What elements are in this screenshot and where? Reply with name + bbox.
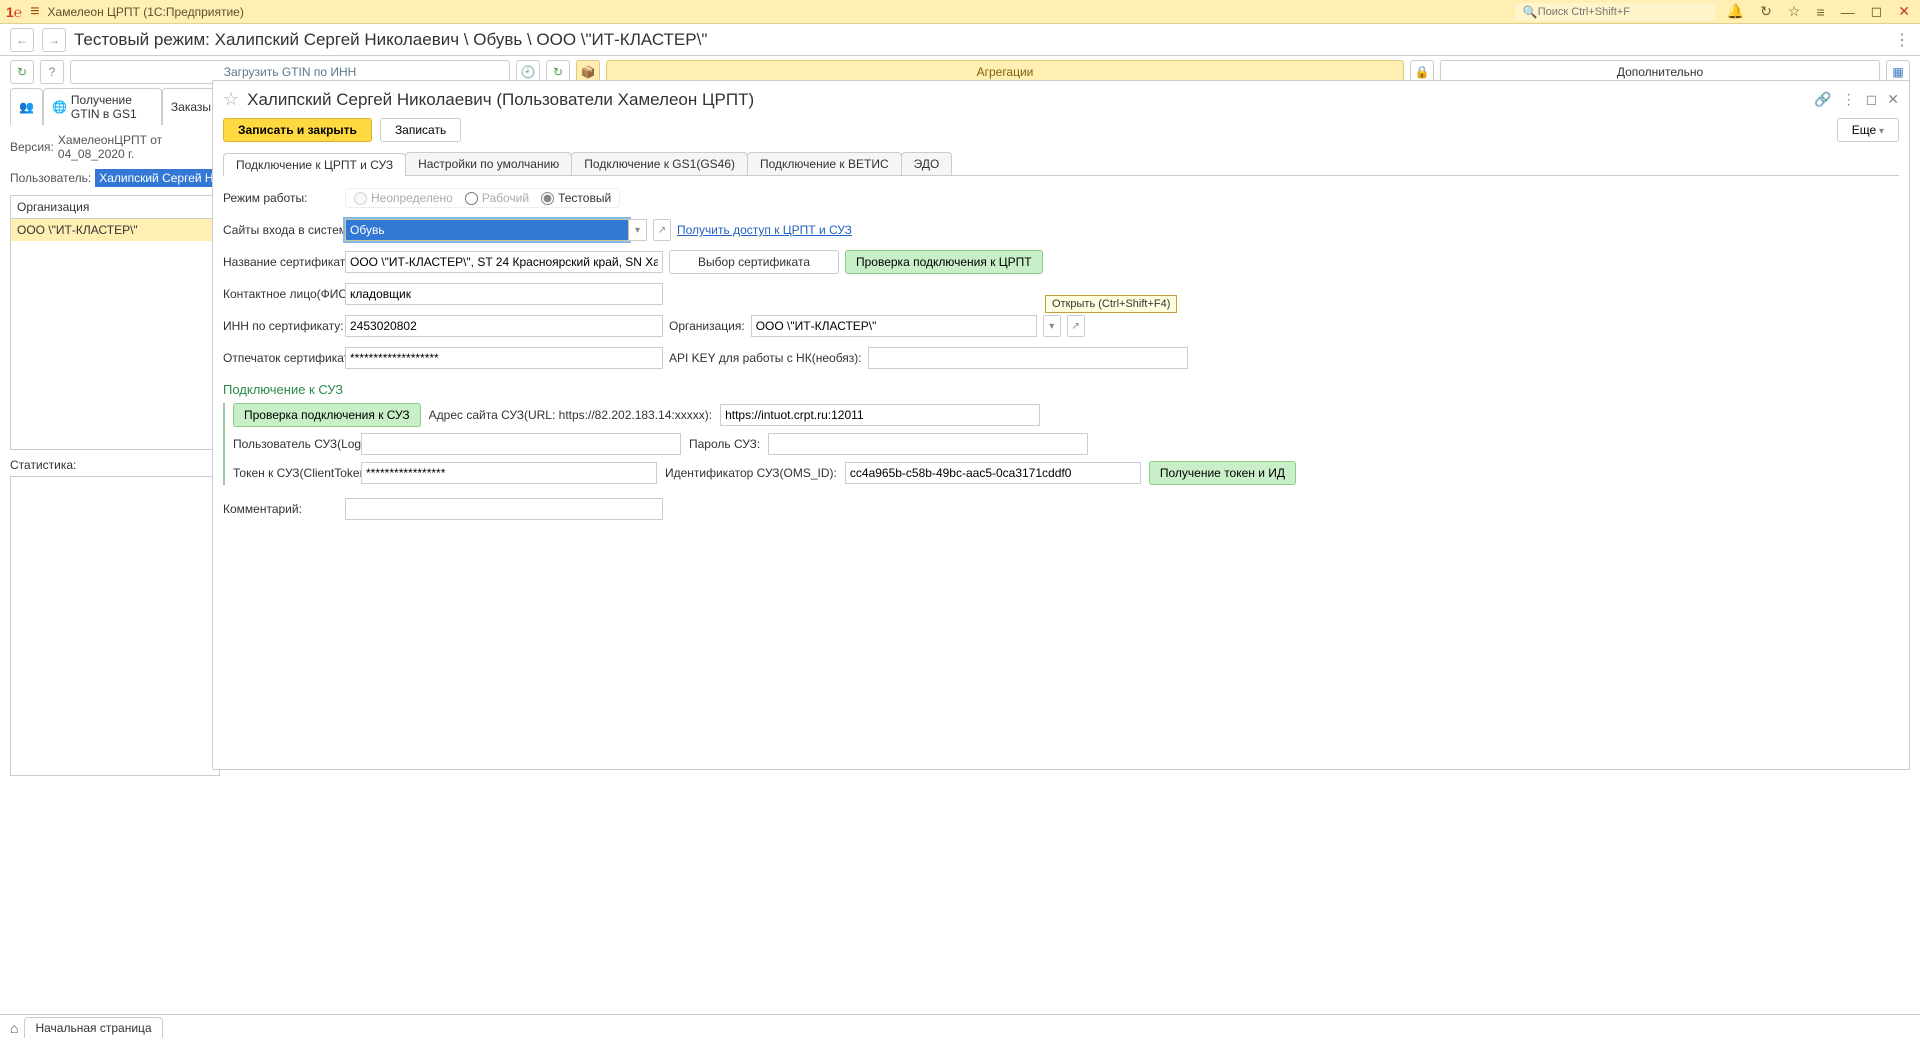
user-label: Пользователь:: [10, 171, 91, 185]
cert-name-input[interactable]: [345, 251, 663, 273]
bell-icon[interactable]: 🔔: [1723, 3, 1748, 20]
link-icon[interactable]: 🔗: [1814, 91, 1831, 108]
stat-label: Статистика:: [10, 458, 76, 472]
org-table-row[interactable]: ООО \"ИТ-КЛАСТЕР\": [11, 219, 219, 241]
check-crpt-button[interactable]: Проверка подключения к ЦРПТ: [845, 250, 1043, 274]
get-token-button[interactable]: Получение токен и ИД: [1149, 461, 1296, 485]
choose-cert-button[interactable]: Выбор сертификата: [669, 250, 839, 274]
card-menu-icon[interactable]: ⋮: [1842, 91, 1856, 108]
apikey-input[interactable]: [868, 347, 1188, 369]
tab-defaults[interactable]: Настройки по умолчанию: [405, 152, 572, 175]
org-table-head[interactable]: Организация: [11, 196, 219, 219]
comment-input[interactable]: [345, 498, 663, 520]
globe-icon: 🌐: [52, 100, 67, 114]
crumb-menu-icon[interactable]: ⋮: [1894, 30, 1910, 50]
inn-label: ИНН по сертификату:: [223, 319, 339, 333]
logo-1c: 1℮: [6, 4, 22, 20]
bottom-bar: ⌂ Начальная страница: [0, 1014, 1920, 1040]
favorite-star-icon[interactable]: ☆: [223, 89, 239, 110]
check-suz-button[interactable]: Проверка подключения к СУЗ: [233, 403, 421, 427]
org-dropdown-icon[interactable]: ▾: [1043, 315, 1061, 337]
suz-omsid-label: Идентификатор СУЗ(OMS_ID):: [665, 466, 837, 480]
sites-combo[interactable]: ▾: [345, 219, 647, 241]
save-button[interactable]: Записать: [380, 118, 461, 142]
card-close-icon[interactable]: ✕: [1887, 91, 1899, 108]
suz-pass-label: Пароль СУЗ:: [689, 437, 760, 451]
suz-pass-input[interactable]: [768, 433, 1088, 455]
apikey-label: API KEY для работы с НК(необяз):: [669, 351, 862, 365]
contact-label: Контактное лицо(ФИО):: [223, 287, 339, 301]
tab-edo[interactable]: ЭДО: [901, 152, 953, 175]
home-icon[interactable]: ⌂: [10, 1020, 18, 1036]
tab-crpt-suz[interactable]: Подключение к ЦРПТ и СУЗ: [223, 153, 406, 176]
version-label: Версия:: [10, 140, 54, 154]
history-icon[interactable]: ↻: [1756, 3, 1776, 20]
search-icon: 🔍: [1523, 5, 1538, 19]
global-search[interactable]: 🔍: [1515, 3, 1715, 21]
mode-radio-group: Неопределено Рабочий Тестовый: [345, 188, 620, 208]
suz-login-input[interactable]: [361, 433, 681, 455]
mode-work[interactable]: Рабочий: [465, 191, 529, 205]
save-close-button[interactable]: Записать и закрыть: [223, 118, 372, 142]
nav-back-button[interactable]: ←: [10, 28, 34, 52]
sites-open-button[interactable]: ↗: [653, 219, 671, 241]
suz-url-label: Адрес сайта СУЗ(URL: https://82.202.183.…: [429, 408, 712, 422]
hamburger-icon[interactable]: ≡: [30, 3, 39, 21]
mode-undefined[interactable]: Неопределено: [354, 191, 453, 205]
sites-dropdown-icon[interactable]: ▾: [629, 219, 647, 241]
card-maximize-icon[interactable]: ◻: [1866, 91, 1878, 108]
user-form-card: ☆ Халипский Сергей Николаевич (Пользоват…: [212, 80, 1910, 770]
left-panel: 👥 🌐Получение GTIN в GS1 Заказы Версия: Х…: [10, 88, 220, 980]
cert-name-label: Название сертификата:: [223, 255, 339, 269]
search-input[interactable]: [1538, 6, 1707, 18]
suz-login-label: Пользователь СУЗ(Login):: [233, 437, 353, 451]
suz-token-input[interactable]: [361, 462, 657, 484]
org-input[interactable]: [751, 315, 1037, 337]
tooltip: Открыть (Ctrl+Shift+F4): [1045, 295, 1177, 313]
sites-label: Сайты входа в систему:: [223, 223, 339, 237]
tab-vetis[interactable]: Подключение к ВЕТИС: [747, 152, 902, 175]
thumb-label: Отпечаток сертификата:: [223, 351, 339, 365]
org-label: Организация:: [669, 319, 745, 333]
left-tab-gtin[interactable]: 🌐 Получение GTIN в GS1: [43, 88, 162, 125]
thumb-input[interactable]: [345, 347, 663, 369]
version-value: ХамелеонЦРПТ от 04_08_2020 г.: [58, 133, 220, 161]
suz-section-title: Подключение к СУЗ: [223, 382, 1899, 397]
inn-input[interactable]: [345, 315, 663, 337]
breadcrumb-bar: ← → Тестовый режим: Халипский Сергей Ник…: [0, 24, 1920, 56]
org-open-button[interactable]: ↗: [1067, 315, 1085, 337]
stat-box: [10, 476, 220, 776]
left-tab-people[interactable]: 👥: [10, 88, 43, 125]
suz-token-label: Токен к СУЗ(ClientToken):: [233, 466, 353, 480]
org-table: Организация ООО \"ИТ-КЛАСТЕР\": [10, 195, 220, 450]
user-value[interactable]: Халипский Сергей Николае: [95, 169, 220, 187]
breadcrumb: Тестовый режим: Халипский Сергей Николае…: [74, 30, 707, 50]
people-icon: 👥: [19, 100, 34, 114]
form-tabs: Подключение к ЦРПТ и СУЗ Настройки по ум…: [223, 152, 1899, 176]
bottom-tab-start[interactable]: Начальная страница: [24, 1017, 162, 1038]
star-icon[interactable]: ☆: [1784, 3, 1805, 20]
mode-test[interactable]: Тестовый: [541, 191, 611, 205]
suz-url-input[interactable]: [720, 404, 1040, 426]
sites-input[interactable]: [345, 219, 629, 241]
comment-label: Комментарий:: [223, 502, 339, 516]
access-link[interactable]: Получить доступ к ЦРПТ и СУЗ: [677, 223, 852, 237]
app-title: Хамелеон ЦРПТ (1С:Предприятие): [48, 5, 244, 19]
nav-forward-button[interactable]: →: [42, 28, 66, 52]
suz-omsid-input[interactable]: [845, 462, 1141, 484]
help-button[interactable]: ?: [40, 60, 64, 84]
minimize-icon[interactable]: —: [1837, 4, 1859, 20]
card-title: Халипский Сергей Николаевич (Пользовател…: [247, 90, 754, 110]
settings-icon[interactable]: ≡: [1812, 4, 1828, 20]
tab-gs1[interactable]: Подключение к GS1(GS46): [571, 152, 748, 175]
close-icon[interactable]: ✕: [1894, 3, 1914, 20]
more-button[interactable]: Еще: [1837, 118, 1899, 142]
mode-label: Режим работы:: [223, 191, 339, 205]
contact-input[interactable]: [345, 283, 663, 305]
refresh-button[interactable]: ↻: [10, 60, 34, 84]
left-tab-gtin-label: Получение GTIN в GS1: [71, 93, 153, 121]
maximize-icon[interactable]: ◻: [1867, 3, 1887, 20]
titlebar: 1℮ ≡ Хамелеон ЦРПТ (1С:Предприятие) 🔍 🔔 …: [0, 0, 1920, 24]
